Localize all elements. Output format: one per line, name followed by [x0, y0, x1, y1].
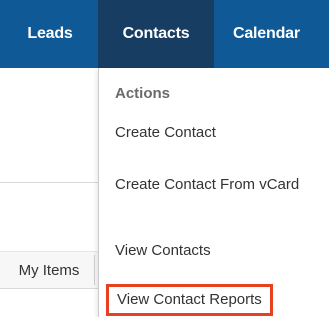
menu-item-view-contacts[interactable]: View Contacts	[115, 240, 211, 262]
nav-tab-leads[interactable]: Leads	[0, 0, 98, 68]
divider	[0, 288, 98, 289]
top-nav-bar: Leads Contacts Calendar	[0, 0, 329, 68]
background-page-content: My Items	[0, 68, 98, 317]
dropdown-header-actions: Actions	[115, 85, 171, 102]
screenshot-stage: Leads Contacts Calendar My Items Actions…	[0, 0, 329, 317]
nav-tab-contacts-label: Contacts	[122, 25, 190, 42]
contacts-actions-dropdown: Actions Create Contact Create Contact Fr…	[98, 68, 329, 317]
my-items-tab[interactable]: My Items	[0, 251, 98, 288]
my-items-label: My Items	[18, 261, 80, 279]
nav-tab-leads-label: Leads	[27, 25, 73, 42]
menu-item-create-contact[interactable]: Create Contact	[115, 122, 216, 144]
nav-tab-calendar[interactable]: Calendar	[214, 0, 329, 68]
nav-tab-calendar-label: Calendar	[233, 25, 300, 42]
nav-tab-contacts[interactable]: Contacts	[98, 0, 214, 68]
menu-item-create-contact-from-vcard[interactable]: Create Contact From vCard	[115, 174, 315, 196]
menu-item-view-contact-reports[interactable]: View Contact Reports	[106, 284, 273, 316]
divider	[0, 182, 98, 183]
